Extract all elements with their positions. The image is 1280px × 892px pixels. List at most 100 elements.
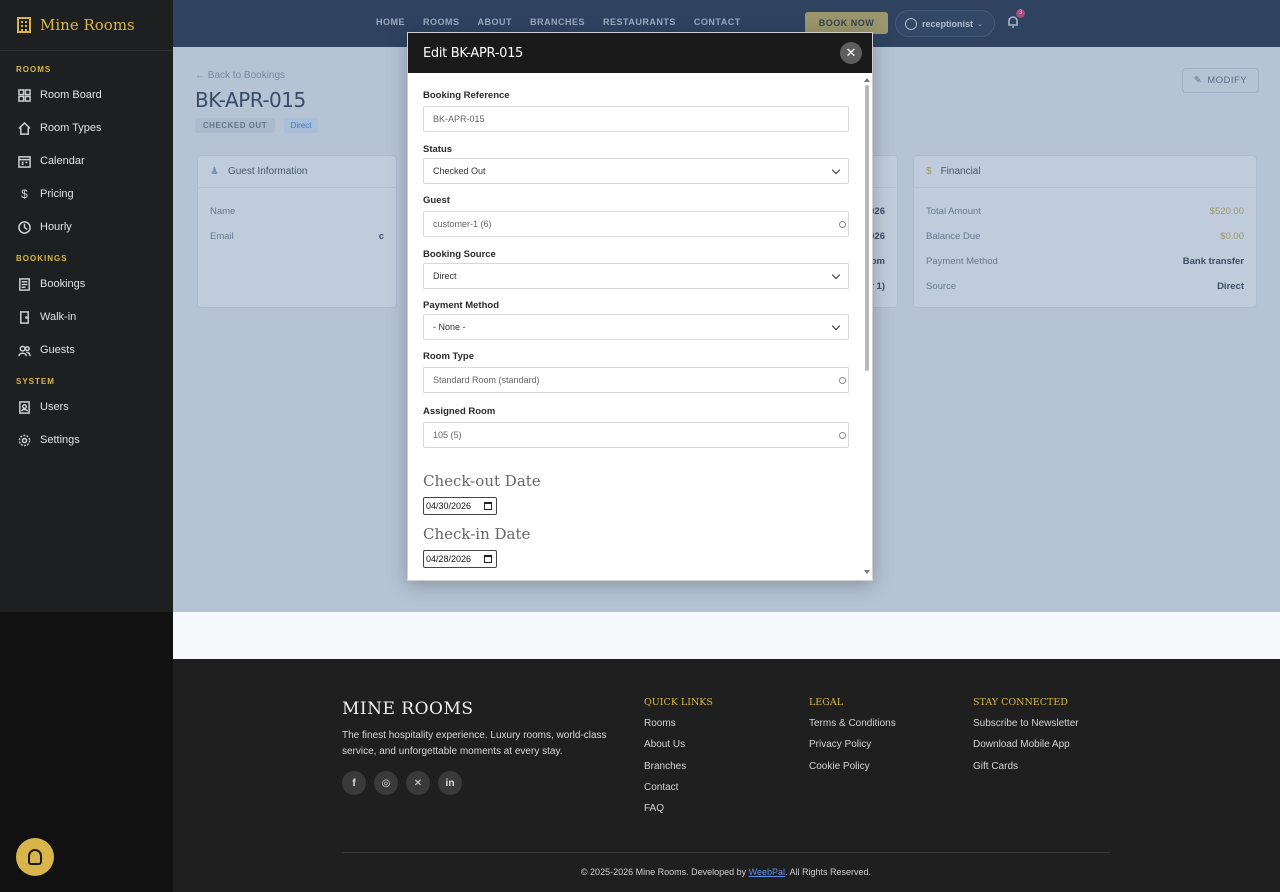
door-icon (18, 310, 31, 324)
sidebar-item-label: Guests (40, 344, 75, 356)
developer-link[interactable]: WeebPal (749, 867, 785, 877)
room-type-input[interactable]: Standard Room (standard) (423, 367, 849, 393)
grid-icon (18, 88, 31, 102)
payment-method-select[interactable]: - None - (423, 314, 849, 340)
sidebar-item-room-board[interactable]: Room Board (0, 82, 173, 108)
dollar-icon: $ (21, 187, 28, 201)
footer-column-legal: LEGAL Terms & Conditions Privacy Policy … (809, 697, 896, 782)
x-twitter-icon[interactable]: ✕ (406, 771, 430, 795)
clock-icon (18, 220, 31, 234)
room-type-value: Standard Room (standard) (433, 375, 540, 385)
chevron-down-icon (831, 321, 841, 331)
sidebar-item-label: Room Board (40, 89, 102, 101)
brand[interactable]: Mine Rooms (0, 0, 173, 51)
footer-link[interactable]: FAQ (644, 803, 713, 824)
sidebar-item-label: Calendar (40, 155, 85, 167)
sidebar-item-settings[interactable]: Settings (0, 427, 173, 453)
footer-link[interactable]: Subscribe to Newsletter (973, 718, 1079, 739)
sidebar: Mine Rooms ROOMS Room Board Room Types C… (0, 0, 173, 612)
id-card-icon (18, 400, 31, 414)
nav-section-bookings: BOOKINGS (16, 254, 68, 263)
close-button[interactable]: ✕ (840, 42, 862, 64)
check-out-date-label: Check-out Date (423, 472, 541, 490)
footer-link[interactable]: Privacy Policy (809, 739, 896, 760)
footer-column-stay-connected: STAY CONNECTED Subscribe to Newsletter D… (973, 697, 1079, 782)
payment-method-label: Payment Method (423, 300, 500, 311)
footer-description: The finest hospitality experience. Luxur… (342, 730, 607, 757)
sidebar-item-label: Walk-in (40, 311, 77, 323)
room-type-label: Room Type (423, 351, 475, 362)
calendar-icon[interactable] (484, 502, 492, 510)
guest-input[interactable]: customer-1 (6) (423, 211, 849, 237)
booking-source-value: Direct (433, 271, 457, 281)
assigned-room-label: Assigned Room (423, 406, 496, 417)
sidebar-item-label: Settings (40, 434, 80, 446)
check-out-date-value: 04/30/2026 (426, 501, 472, 511)
status-value: Checked Out (433, 166, 486, 176)
footer-column-quick-links: QUICK LINKS Rooms About Us Branches Cont… (644, 697, 713, 824)
scroll-down-arrow[interactable] (864, 570, 870, 574)
copyright-text: © 2025-2026 Mine Rooms. Developed by (580, 867, 749, 877)
sidebar-item-pricing[interactable]: $ Pricing (0, 181, 173, 207)
sidebar-item-bookings[interactable]: Bookings (0, 271, 173, 297)
status-select[interactable]: Checked Out (423, 158, 849, 184)
chevron-down-icon (831, 270, 841, 280)
footer-brand: MINE ROOMS (342, 699, 474, 719)
loading-indicator-icon (839, 221, 846, 228)
sidebar-item-label: Hourly (40, 221, 72, 233)
scrollbar-thumb[interactable] (865, 85, 869, 371)
footer-link[interactable]: Rooms (644, 718, 713, 739)
social-links: f ◎ ✕ in (342, 771, 462, 795)
sidebar-item-calendar[interactable]: Calendar (0, 148, 173, 174)
sidebar-item-walk-in[interactable]: Walk-in (0, 304, 173, 330)
facebook-icon[interactable]: f (342, 771, 366, 795)
booking-reference-input[interactable]: BK-APR-015 (423, 106, 849, 132)
status-label: Status (423, 144, 453, 155)
loading-indicator-icon (839, 432, 846, 439)
footer-link[interactable]: Gift Cards (973, 761, 1079, 782)
calendar-icon[interactable] (484, 555, 492, 563)
building-icon (17, 17, 31, 33)
sidebar-item-users[interactable]: Users (0, 394, 173, 420)
guest-value: customer-1 (6) (433, 219, 492, 229)
nav-section-rooms: ROOMS (16, 65, 52, 74)
assigned-room-input[interactable]: 105 (5) (423, 422, 849, 448)
sidebar-item-room-types[interactable]: Room Types (0, 115, 173, 141)
booking-reference-label: Booking Reference (423, 90, 510, 101)
footer-link[interactable]: Download Mobile App (973, 739, 1079, 760)
footer-link[interactable]: Contact (644, 782, 713, 803)
footer-link[interactable]: Branches (644, 761, 713, 782)
sidebar-item-label: Room Types (40, 122, 102, 134)
footer-link[interactable]: Terms & Conditions (809, 718, 896, 739)
booking-source-label: Booking Source (423, 249, 496, 260)
linkedin-icon[interactable]: in (438, 771, 462, 795)
guest-label: Guest (423, 195, 450, 206)
users-icon (18, 344, 31, 357)
nav-section-system: SYSTEM (16, 377, 55, 386)
receipt-icon (18, 277, 31, 291)
check-out-date-input[interactable]: 04/30/2026 (423, 497, 497, 515)
home-icon (18, 121, 31, 135)
footer-divider (342, 852, 1110, 853)
check-in-date-value: 04/28/2026 (426, 554, 472, 564)
brand-name: Mine Rooms (40, 16, 135, 34)
footer-link[interactable]: About Us (644, 739, 713, 760)
modal-title: Edit BK-APR-015 (423, 45, 524, 61)
assigned-room-value: 105 (5) (433, 430, 462, 440)
scroll-up-arrow[interactable] (864, 78, 870, 82)
chevron-down-icon (831, 165, 841, 175)
footer-column-title: LEGAL (809, 697, 844, 708)
instagram-icon[interactable]: ◎ (374, 771, 398, 795)
sidebar-item-label: Users (40, 401, 69, 413)
sidebar-item-hourly[interactable]: Hourly (0, 214, 173, 240)
check-in-date-input[interactable]: 04/28/2026 (423, 550, 497, 568)
calendar-icon (18, 155, 31, 168)
footer-link[interactable]: Cookie Policy (809, 761, 896, 782)
support-chat-button[interactable] (16, 838, 54, 876)
payment-method-value: - None - (433, 322, 466, 332)
sidebar-item-guests[interactable]: Guests (0, 337, 173, 363)
booking-source-select[interactable]: Direct (423, 263, 849, 289)
sidebar-item-label: Pricing (40, 188, 74, 200)
support-agent-icon (28, 849, 42, 865)
copyright: © 2025-2026 Mine Rooms. Developed by Wee… (342, 867, 1110, 877)
